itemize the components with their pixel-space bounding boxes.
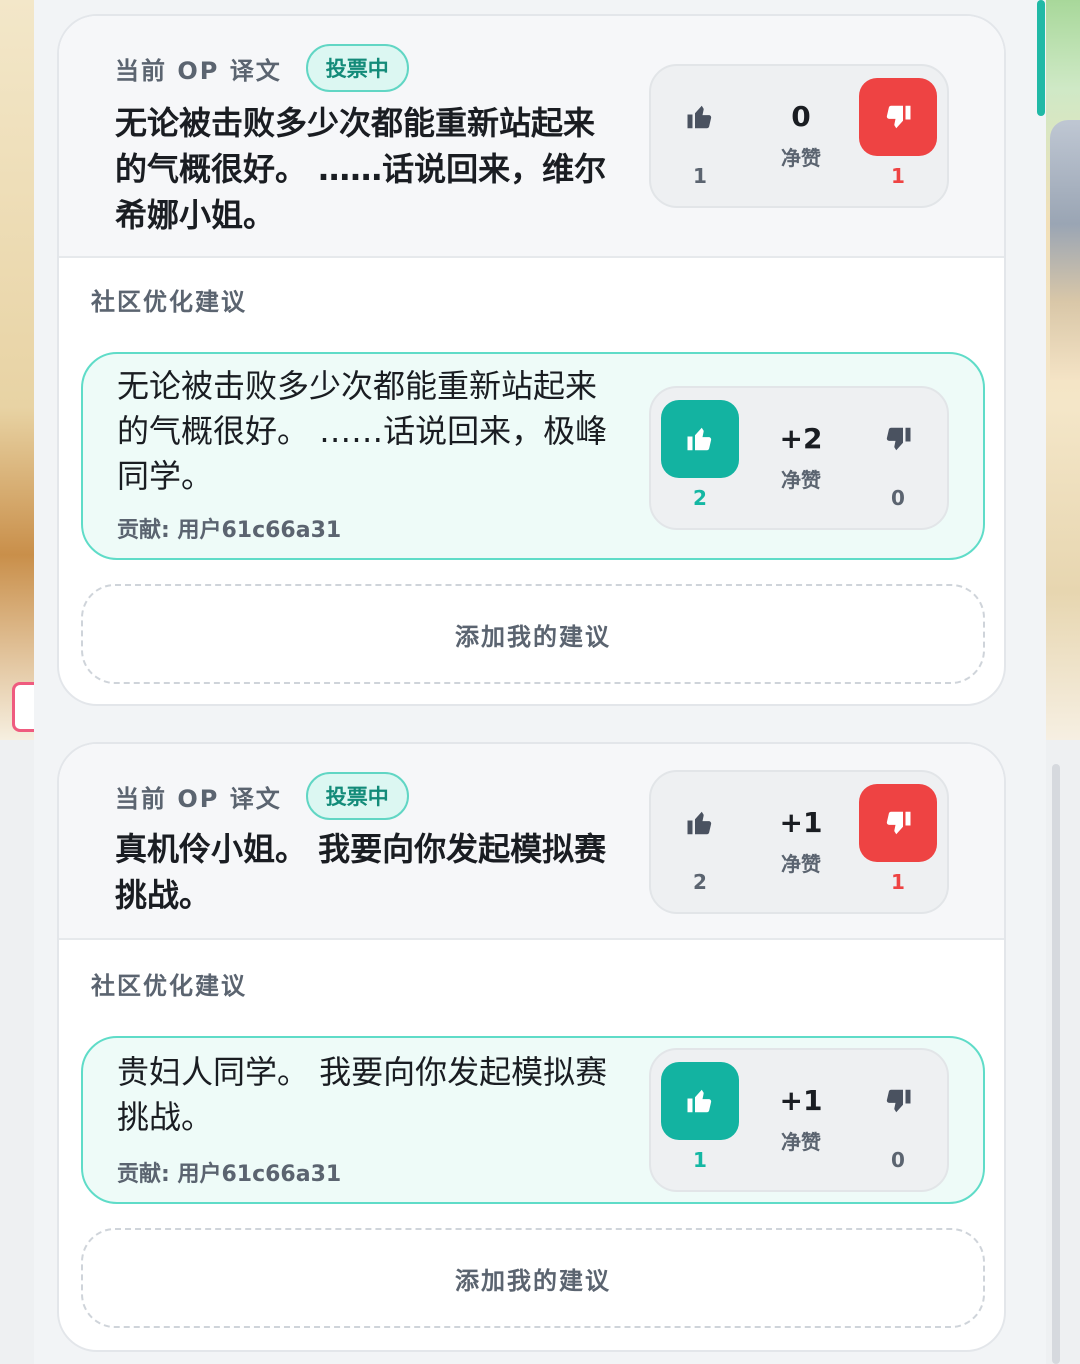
downvote-button[interactable]	[859, 784, 937, 862]
upvote-button[interactable]	[661, 1062, 739, 1140]
background-character	[1050, 120, 1080, 380]
op-header: 当前 OP 译文 投票中	[115, 44, 409, 92]
thumbs-down-icon	[886, 1089, 911, 1113]
suggestion-text: 贵妇人同学。 我要向你发起模拟赛挑战。	[117, 1053, 608, 1136]
op-vote-box: +1 净赞 2 1	[649, 770, 949, 914]
upvote-button[interactable]	[661, 784, 739, 862]
thumbs-up-icon	[687, 1089, 712, 1113]
upvote-count: 1	[693, 164, 707, 188]
op-vote-box: 0 净赞 1 1	[649, 64, 949, 208]
voting-status-badge: 投票中	[305, 44, 409, 92]
net-score-label: 净赞	[781, 468, 821, 492]
suggestion-card: 无论被击败多少次都能重新站起来的气概很好。 ……话说回来，极峰同学。 贡献: 用…	[81, 352, 985, 560]
translation-entry-card: 当前 OP 译文 投票中 无论被击败多少次都能重新站起来的气概很好。 ……话说回…	[57, 14, 1006, 706]
net-score: 0	[791, 100, 811, 133]
upvote-count: 2	[693, 870, 707, 894]
thumbs-down-icon	[886, 427, 911, 451]
suggestion-contributor: 贡献: 用户61c66a31	[117, 518, 342, 543]
thumbs-up-icon	[687, 811, 712, 835]
suggestion-contributor: 贡献: 用户61c66a31	[117, 1162, 342, 1187]
suggestion-text: 无论被击败多少次都能重新站起来的气概很好。 ……话说回来，极峰同学。	[117, 367, 608, 495]
downvote-count: 1	[891, 870, 905, 894]
add-suggestion-button[interactable]: 添加我的建议	[81, 1228, 985, 1328]
op-translation-section: 当前 OP 译文 投票中 无论被击败多少次都能重新站起来的气概很好。 ……话说回…	[59, 16, 1004, 258]
op-translation-text: 无论被击败多少次都能重新站起来的气概很好。 ……话说回来，维尔希娜小姐。	[115, 104, 607, 234]
translation-entry-card: 当前 OP 译文 投票中 真机伶小姐。 我要向你发起模拟赛挑战。 +1 净赞 2…	[57, 742, 1006, 1352]
downvote-count: 1	[891, 164, 905, 188]
background-scene-left	[0, 0, 34, 740]
op-translation-section: 当前 OP 译文 投票中 真机伶小姐。 我要向你发起模拟赛挑战。 +1 净赞 2…	[59, 744, 1004, 940]
net-score-label: 净赞	[781, 1130, 821, 1154]
community-suggestions-label: 社区优化建议	[91, 288, 247, 316]
background-left-lower	[0, 740, 34, 1364]
op-translation-text: 真机伶小姐。 我要向你发起模拟赛挑战。	[115, 830, 607, 914]
op-label: 当前 OP 译文	[115, 784, 282, 813]
downvote-button[interactable]	[859, 1062, 937, 1140]
upvote-button[interactable]	[661, 78, 739, 156]
upvote-count: 2	[693, 486, 707, 510]
downvote-button[interactable]	[859, 400, 937, 478]
voting-status-badge: 投票中	[305, 772, 409, 820]
net-score: +1	[779, 806, 823, 839]
page-scrollbar[interactable]	[1052, 764, 1060, 1364]
downvote-count: 0	[891, 1148, 905, 1172]
add-suggestion-button[interactable]: 添加我的建议	[81, 584, 985, 684]
suggestion-vote-box: +1 净赞 1 0	[649, 1048, 949, 1192]
thumbs-up-icon	[687, 105, 712, 129]
suggestion-vote-box: +2 净赞 2 0	[649, 386, 949, 530]
community-suggestions-label: 社区优化建议	[91, 972, 247, 1000]
op-header: 当前 OP 译文 投票中	[115, 772, 409, 820]
thumbs-down-icon	[886, 105, 911, 129]
downvote-button[interactable]	[859, 78, 937, 156]
net-score: +1	[779, 1084, 823, 1117]
op-label: 当前 OP 译文	[115, 56, 282, 85]
net-score: +2	[779, 422, 823, 455]
downvote-count: 0	[891, 486, 905, 510]
suggestion-card: 贵妇人同学。 我要向你发起模拟赛挑战。 贡献: 用户61c66a31 +1 净赞…	[81, 1036, 985, 1204]
upvote-button[interactable]	[661, 400, 739, 478]
net-score-label: 净赞	[781, 852, 821, 876]
panel-scrollbar-thumb[interactable]	[1037, 0, 1045, 116]
thumbs-up-icon	[687, 427, 712, 451]
net-score-label: 净赞	[781, 146, 821, 170]
upvote-count: 1	[693, 1148, 707, 1172]
thumbs-down-icon	[886, 811, 911, 835]
